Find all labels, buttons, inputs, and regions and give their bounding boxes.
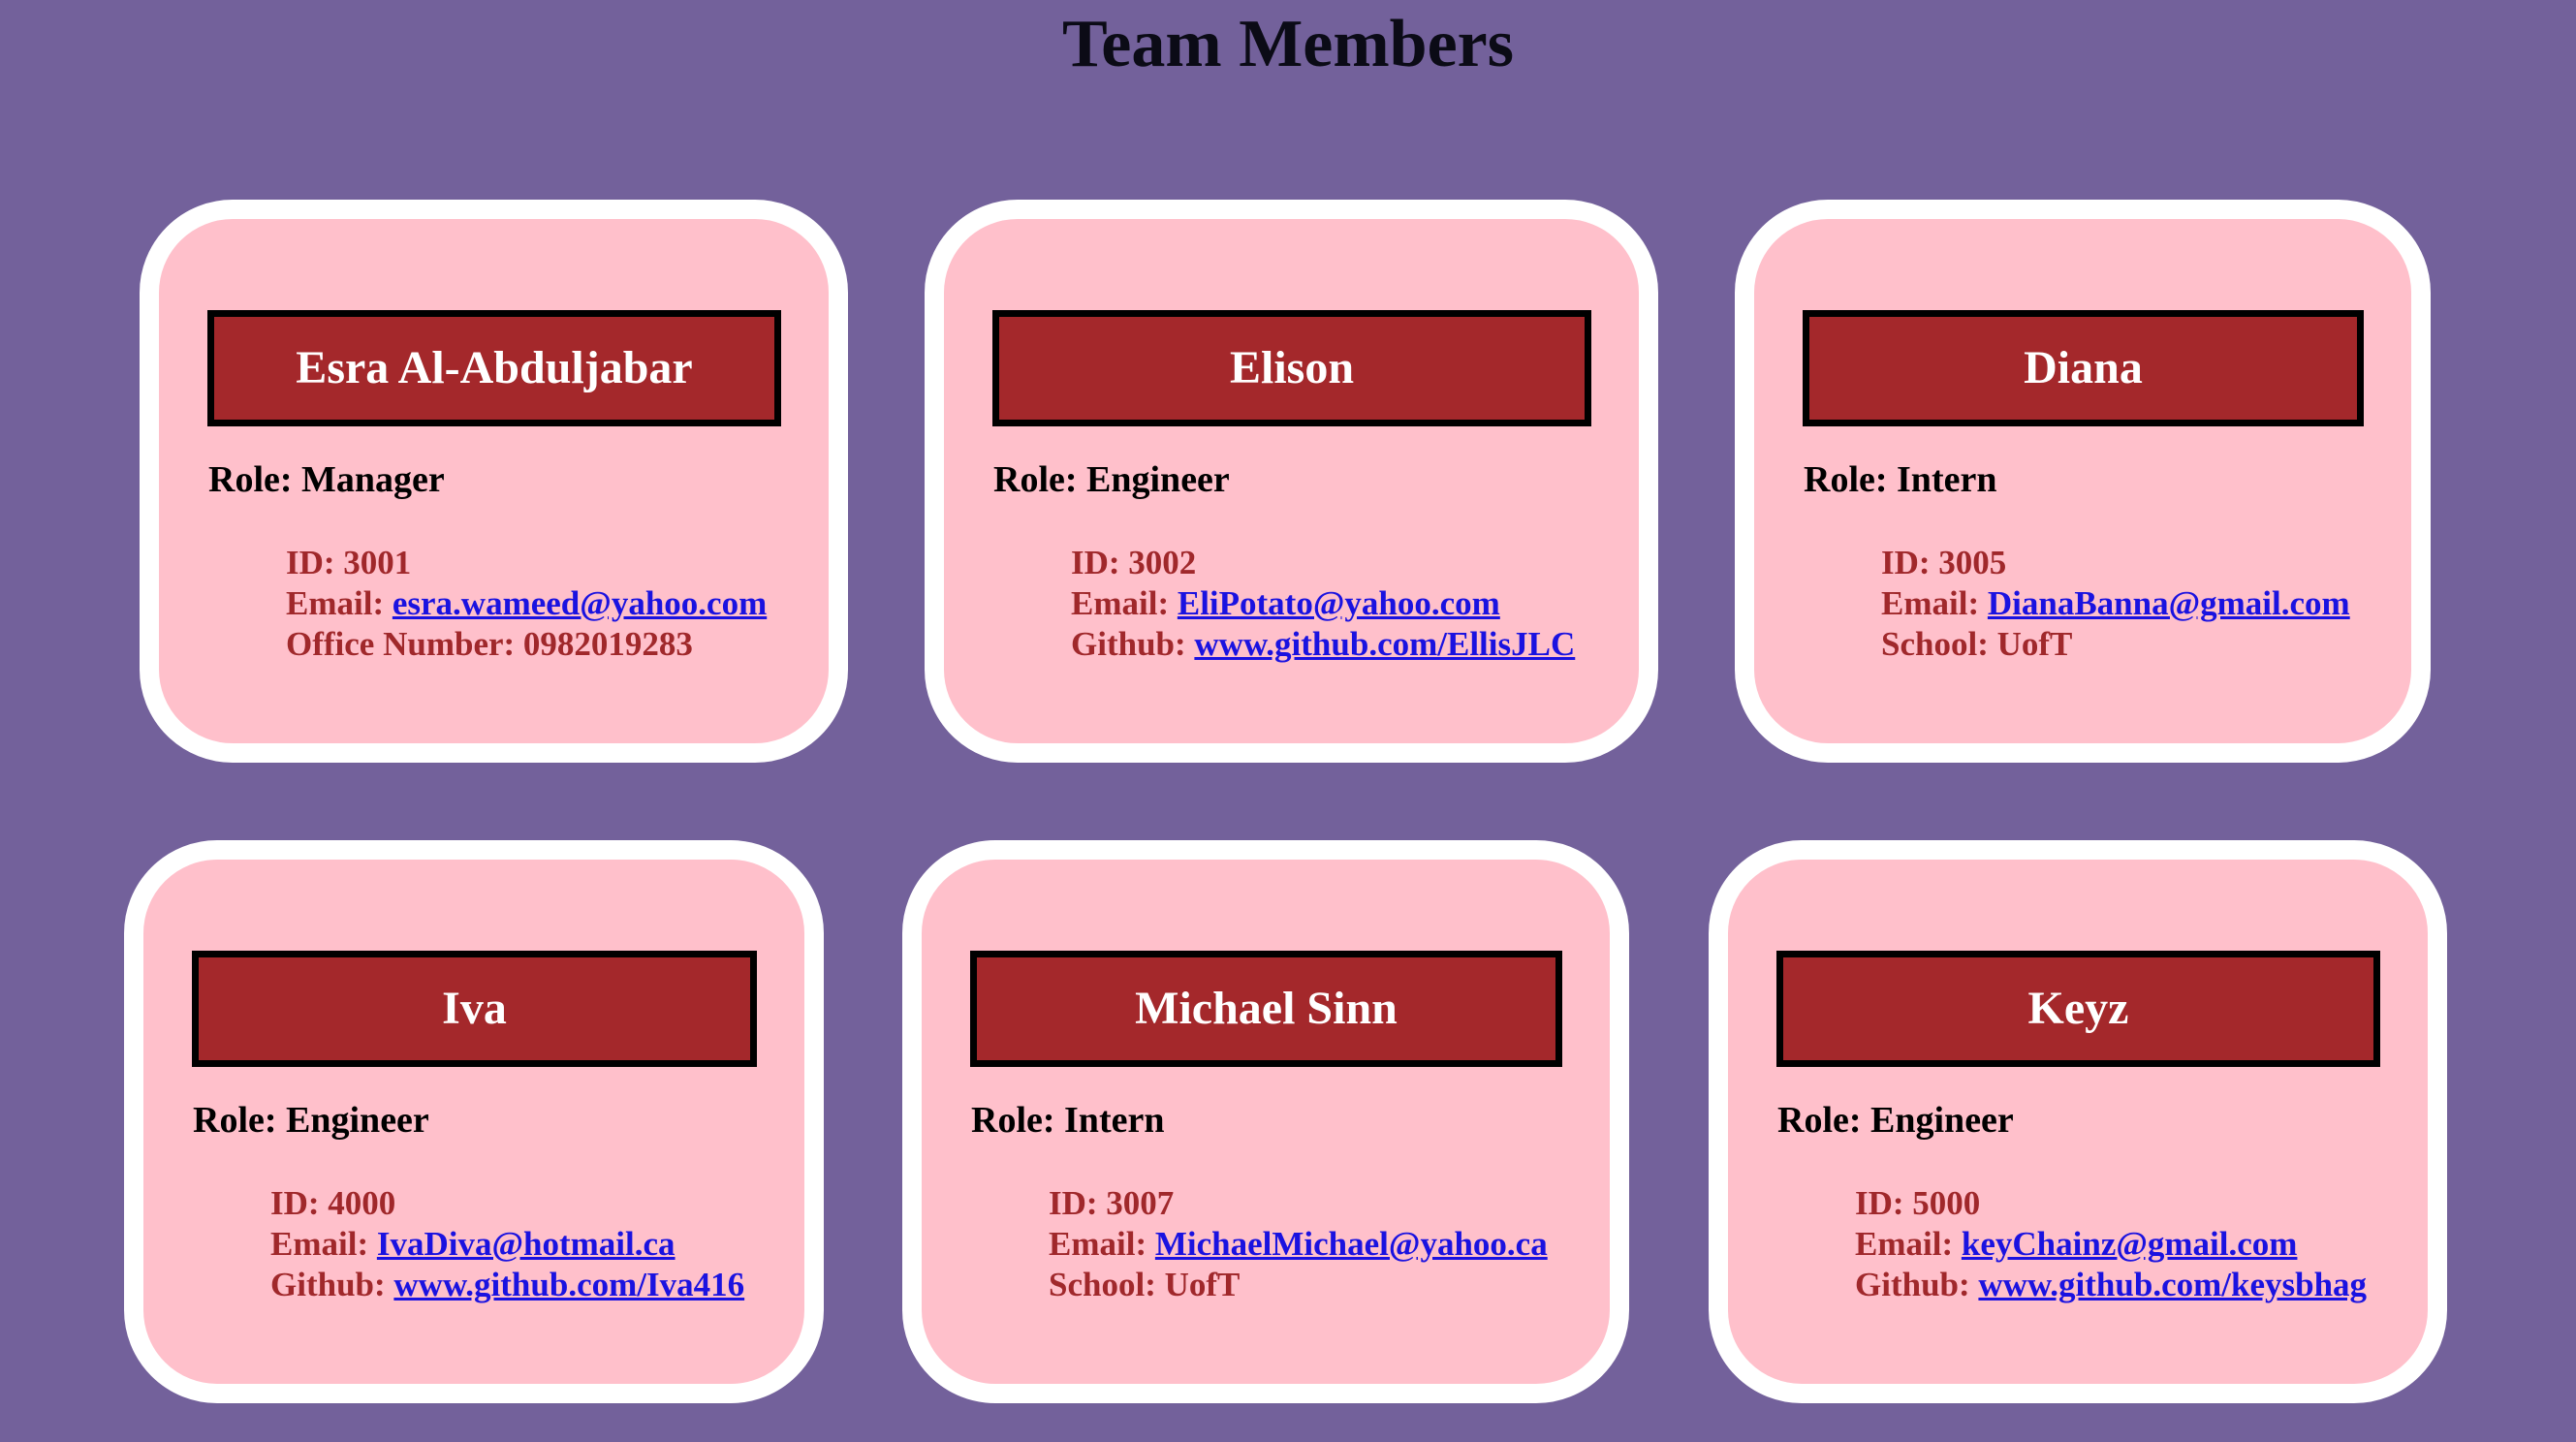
email-link[interactable]: keyChainz@gmail.com: [1962, 1225, 2298, 1263]
member-email-row: Email: IvaDiva@hotmail.ca: [270, 1224, 744, 1265]
school-value: UofT: [1996, 625, 2073, 663]
member-role: Role: Engineer: [193, 1100, 429, 1141]
member-role: Role: Engineer: [993, 459, 1230, 500]
team-member-card: Michael Sinn Role: Intern ID: 3007 Email…: [902, 840, 1629, 1403]
member-name: Elison: [992, 310, 1591, 426]
member-id: ID: 5000: [1855, 1184, 1981, 1222]
member-details: ID: 3002 Email: EliPotato@yahoo.com Gith…: [1071, 543, 1575, 665]
member-email-row: Email: keyChainz@gmail.com: [1855, 1224, 2367, 1265]
school-row: School: UofT: [1049, 1265, 1548, 1305]
github-row: Github: www.github.com/EllisJLC: [1071, 624, 1575, 665]
office-number-label: Office Number:: [286, 625, 516, 663]
member-id: ID: 3005: [1881, 544, 2007, 581]
member-email-row: Email: MichaelMichael@yahoo.ca: [1049, 1224, 1548, 1265]
email-label: Email:: [1049, 1225, 1147, 1263]
member-details: ID: 4000 Email: IvaDiva@hotmail.ca Githu…: [270, 1183, 744, 1305]
school-label: School:: [1049, 1266, 1156, 1303]
team-member-card: Esra Al-Abduljabar Role: Manager ID: 300…: [140, 200, 848, 763]
member-email-row: Email: esra.wameed@yahoo.com: [286, 583, 767, 624]
member-role: Role: Intern: [1804, 459, 1997, 500]
email-label: Email:: [1071, 584, 1170, 622]
member-details: ID: 3007 Email: MichaelMichael@yahoo.ca …: [1049, 1183, 1548, 1305]
member-details: ID: 3005 Email: DianaBanna@gmail.com Sch…: [1881, 543, 2350, 665]
team-member-card: Diana Role: Intern ID: 3005 Email: Diana…: [1735, 200, 2431, 763]
member-details: ID: 3001 Email: esra.wameed@yahoo.com Of…: [286, 543, 767, 665]
office-number-value: 0982019283: [522, 625, 693, 663]
school-label: School:: [1881, 625, 1989, 663]
email-label: Email:: [286, 584, 385, 622]
member-role: Role: Engineer: [1777, 1100, 2014, 1141]
github-label: Github:: [1855, 1266, 1970, 1303]
team-member-card: Keyz Role: Engineer ID: 5000 Email: keyC…: [1709, 840, 2447, 1403]
email-link[interactable]: MichaelMichael@yahoo.ca: [1155, 1225, 1548, 1263]
email-link[interactable]: IvaDiva@hotmail.ca: [377, 1225, 675, 1263]
member-role: Role: Manager: [208, 459, 445, 500]
team-member-card: Elison Role: Engineer ID: 3002 Email: El…: [925, 200, 1658, 763]
github-row: Github: www.github.com/keysbhag: [1855, 1265, 2367, 1305]
team-member-card: Iva Role: Engineer ID: 4000 Email: IvaDi…: [124, 840, 824, 1403]
github-link[interactable]: www.github.com/EllisJLC: [1194, 625, 1575, 663]
member-role: Role: Intern: [971, 1100, 1165, 1141]
page-title: Team Members: [1062, 7, 1514, 81]
school-row: School: UofT: [1881, 624, 2350, 665]
member-name: Esra Al-Abduljabar: [207, 310, 781, 426]
github-label: Github:: [1071, 625, 1186, 663]
email-link[interactable]: EliPotato@yahoo.com: [1178, 584, 1500, 622]
member-id: ID: 3002: [1071, 544, 1197, 581]
member-id: ID: 3001: [286, 544, 412, 581]
member-name: Michael Sinn: [970, 951, 1562, 1067]
github-row: Github: www.github.com/Iva416: [270, 1265, 744, 1305]
email-link[interactable]: DianaBanna@gmail.com: [1988, 584, 2350, 622]
member-details: ID: 5000 Email: keyChainz@gmail.com Gith…: [1855, 1183, 2367, 1305]
email-label: Email:: [1855, 1225, 1954, 1263]
github-link[interactable]: www.github.com/Iva416: [393, 1266, 744, 1303]
member-id: ID: 3007: [1049, 1184, 1175, 1222]
email-label: Email:: [1881, 584, 1980, 622]
email-link[interactable]: esra.wameed@yahoo.com: [393, 584, 767, 622]
member-name: Diana: [1803, 310, 2364, 426]
github-link[interactable]: www.github.com/keysbhag: [1978, 1266, 2367, 1303]
github-label: Github:: [270, 1266, 386, 1303]
email-label: Email:: [270, 1225, 369, 1263]
member-email-row: Email: DianaBanna@gmail.com: [1881, 583, 2350, 624]
member-email-row: Email: EliPotato@yahoo.com: [1071, 583, 1575, 624]
school-value: UofT: [1164, 1266, 1241, 1303]
member-id: ID: 4000: [270, 1184, 396, 1222]
member-name: Keyz: [1776, 951, 2380, 1067]
office-number-row: Office Number: 0982019283: [286, 624, 767, 665]
member-name: Iva: [192, 951, 757, 1067]
